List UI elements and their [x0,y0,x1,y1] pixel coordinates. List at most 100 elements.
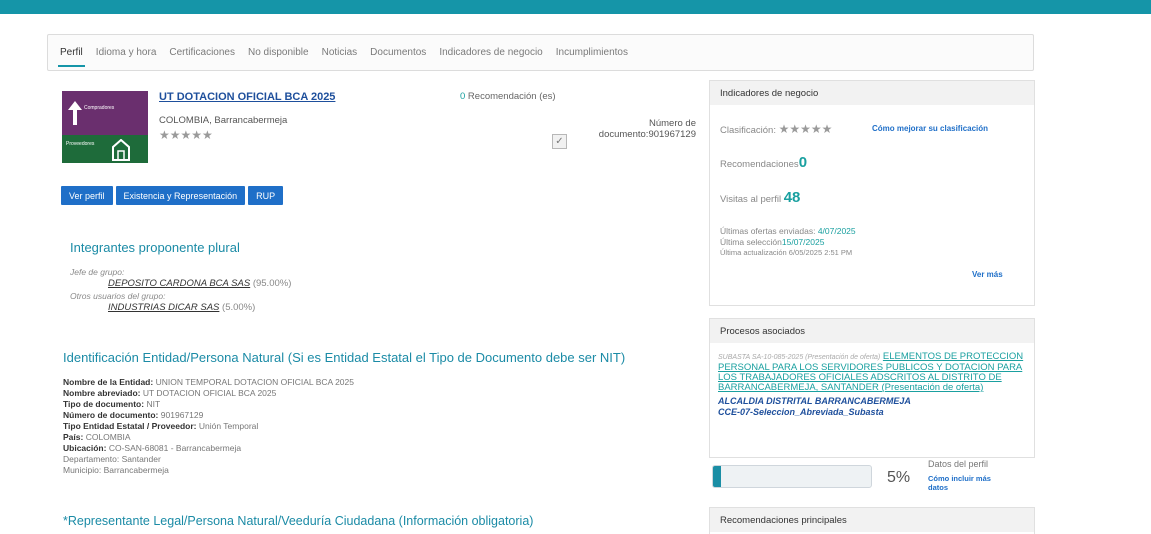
field-value: UT DOTACION OFICIAL BCA 2025 [142,388,277,398]
logo-label-compradores: Compradores [84,105,115,111]
field-row: Número de documento: 901967129 [63,410,683,421]
profile-location: COLOMBIA, Barrancabermeja [159,115,288,126]
field-label: Nombre de la Entidad: [63,377,154,387]
field-row: Departamento: Santander [63,454,683,465]
field-row: Nombre abreviado: UT DOTACION OFICIAL BC… [63,388,683,399]
ultima-seleccion-label: Última selección [720,237,782,247]
rating-stars-icon: ★★★★★ [159,128,213,142]
proceso-meta: SUBASTA SA-10-085-2025 (Presentación de … [718,354,881,361]
field-label: Número de documento: [63,410,159,420]
arrow-up-icon [68,101,82,125]
field-value: NIT [146,399,161,409]
field-row: Tipo de documento: NIT [63,399,683,410]
identificacion-fields: Nombre de la Entidad: UNION TEMPORAL DOT… [63,377,683,476]
field-value: Municipio: Barrancabermeja [63,465,169,475]
ultima-seleccion: Última selección15/07/2025 [720,237,824,247]
tab-noticias[interactable]: Noticias [322,35,358,70]
field-row: Municipio: Barrancabermeja [63,465,683,476]
other-company-link[interactable]: INDUSTRIAS DICAR SAS [108,302,219,313]
procesos-heading: Procesos asociados [710,319,1034,343]
top-accent-bar [0,0,1151,14]
perfil-progress-fill [713,466,721,487]
field-row: Ubicación: CO-SAN-68081 - Barrancabermej… [63,443,683,454]
profile-tabs: Perfil Idioma y hora Certificaciones No … [47,34,1034,71]
logo-label-proveedores: Proveedores [66,141,95,147]
tab-perfil[interactable]: Perfil [58,35,85,70]
perfil-progress-label: Datos del perfil [928,459,989,469]
ultimas-ofertas-value[interactable]: 4/07/2025 [818,226,856,236]
field-value: 901967129 [160,410,204,420]
visitas-row: Visitas al perfil 48 [720,189,800,206]
clasificacion-row: Clasificación: ★★★★★ [720,122,832,136]
verified-checkbox[interactable]: ✓ [552,134,567,149]
field-value: UNION TEMPORAL DOTACION OFICIAL BCA 2025 [155,377,354,387]
ver-perfil-button[interactable]: Ver perfil [61,186,113,205]
perfil-progress-percent: 5% [887,469,911,486]
tab-no-disponible[interactable]: No disponible [248,35,309,70]
tab-certificaciones[interactable]: Certificaciones [169,35,235,70]
document-number: Número de documento:901967129 [570,118,696,140]
field-value: COLOMBIA [85,432,131,442]
field-label: Nombre abreviado: [63,388,141,398]
logo-bottom-band [62,135,148,163]
recomendaciones-row: Recomendaciones0 [720,154,807,171]
tab-indicadores[interactable]: Indicadores de negocio [439,35,542,70]
indicadores-panel: Indicadores de negocio Clasificación: ★★… [709,80,1035,306]
recomendaciones-principales-panel: Recomendaciones principales [709,507,1035,534]
incluir-datos-link[interactable]: Cómo incluir más datos [928,474,998,492]
field-row: País: COLOMBIA [63,432,683,443]
field-label: Ubicación: [63,443,107,453]
field-label: Tipo de documento: [63,399,145,409]
clasificacion-label: Clasificación: [720,125,776,136]
representante-heading: *Representante Legal/Persona Natural/Vee… [63,514,534,528]
company-logo: Compradores Proveedores [62,91,148,163]
ultima-seleccion-value[interactable]: 15/07/2025 [782,237,825,247]
recommendations-summary: 0 Recomendación (es) [460,91,556,102]
rup-button[interactable]: RUP [248,186,284,205]
document-number-value: 901967129 [648,129,696,140]
field-row: Nombre de la Entidad: UNION TEMPORAL DOT… [63,377,683,388]
procesos-panel: Procesos asociados SUBASTA SA-10-085-202… [709,318,1035,458]
clasificacion-stars-icon: ★★★★★ [778,122,833,136]
field-value: Unión Temporal [198,421,259,431]
visitas-value: 48 [783,189,801,206]
recomendaciones-value[interactable]: 0 [799,154,807,171]
other-company: INDUSTRIAS DICAR SAS (5.00%) [108,302,255,313]
other-percent: (5.00%) [219,302,256,313]
leader-company-link[interactable]: DEPOSITO CARDONA BCA SAS [108,278,250,289]
proceso-entity: ALCALDIA DISTRITAL BARRANCABERMEJA [718,396,911,406]
field-row: Tipo Entidad Estatal / Proveedor: Unión … [63,421,683,432]
perfil-progress: 5% Datos del perfil Cómo incluir más dat… [709,458,1035,504]
leader-label: Jefe de grupo: [70,267,125,277]
mejorar-clasificacion-link[interactable]: Cómo mejorar su clasificación [872,124,988,133]
field-label: Tipo Entidad Estatal / Proveedor: [63,421,197,431]
recomendaciones-label: Recomendaciones [720,159,799,170]
existencia-representacion-button[interactable]: Existencia y Representación [115,186,246,205]
field-label: País: [63,432,84,442]
profile-action-buttons: Ver perfil Existencia y Representación R… [61,186,284,205]
visitas-label: Visitas al perfil [720,194,782,205]
tab-documentos[interactable]: Documentos [370,35,426,70]
profile-header: Compradores Proveedores UT DOTACION OFIC… [60,88,702,165]
leader-company: DEPOSITO CARDONA BCA SAS (95.00%) [108,278,291,289]
recomendaciones-principales-heading: Recomendaciones principales [710,508,1034,532]
field-value: CO-SAN-68081 - Barrancabermeja [108,443,242,453]
profile-title[interactable]: UT DOTACION OFICIAL BCA 2025 [159,91,335,103]
ultima-actualizacion: Última actualización 6/05/2025 2:51 PM [720,248,853,257]
tab-idioma-hora[interactable]: Idioma y hora [96,35,157,70]
tab-incumplimientos[interactable]: Incumplimientos [556,35,628,70]
proceso-code: CCE-07-Seleccion_Abreviada_Subasta [718,407,884,417]
indicadores-heading: Indicadores de negocio [710,81,1034,105]
proceso-item: SUBASTA SA-10-085-2025 (Presentación de … [718,352,1030,418]
identificacion-heading: Identificación Entidad/Persona Natural (… [63,350,626,365]
house-icon [112,139,130,161]
recommendations-label: Recomendación (es) [465,91,556,102]
others-label: Otros usuarios del grupo: [70,291,166,301]
ver-mas-link[interactable]: Ver más [972,270,1003,279]
ultimas-ofertas: Últimas ofertas enviadas: 4/07/2025 [720,226,856,236]
integrantes-heading: Integrantes proponente plural [70,240,240,255]
field-value: Departamento: Santander [63,454,161,464]
leader-percent: (95.00%) [250,278,292,289]
ultimas-ofertas-label: Últimas ofertas enviadas: [720,226,816,236]
perfil-progress-bar [712,465,872,488]
